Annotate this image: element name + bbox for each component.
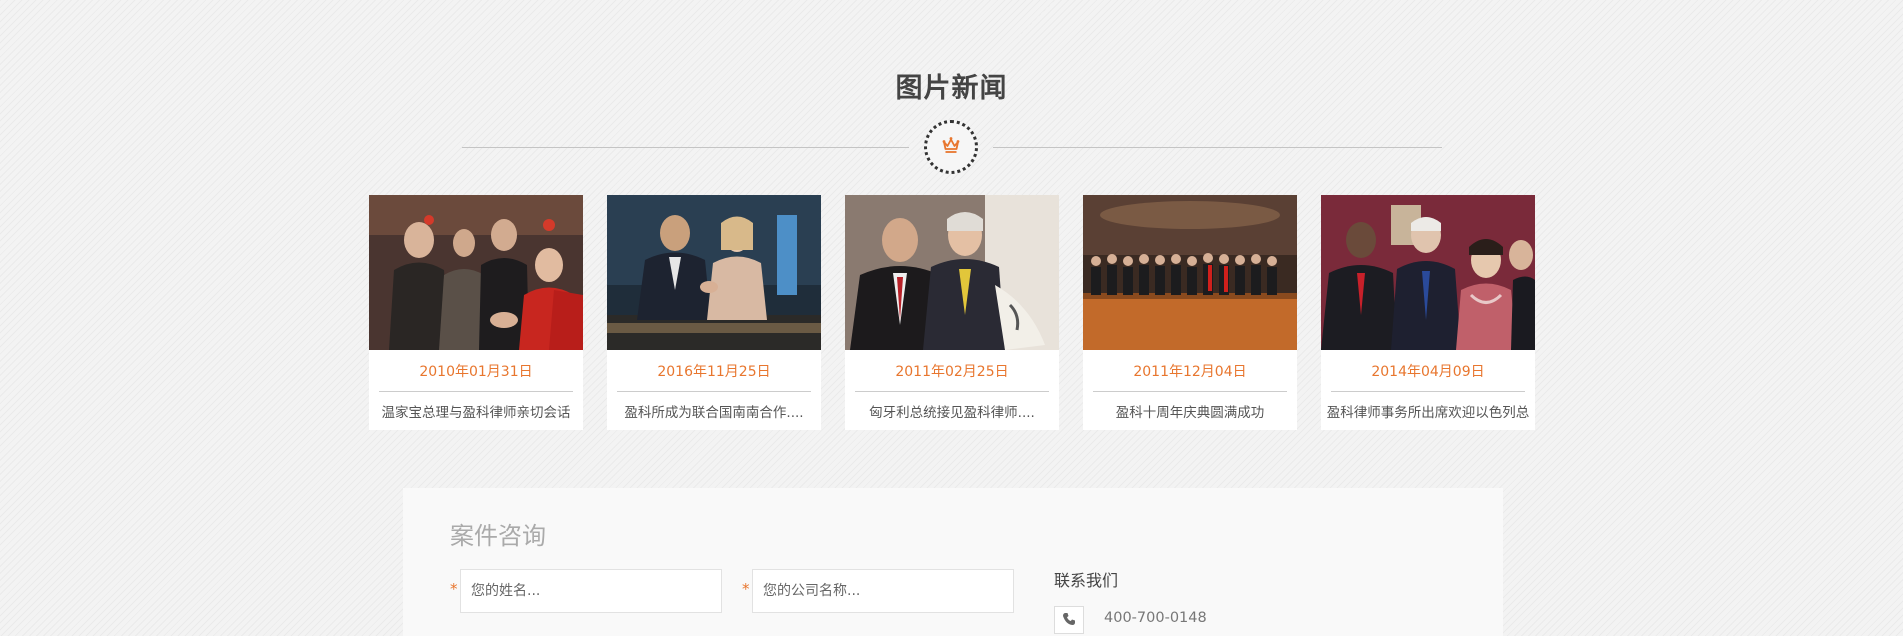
divider-line-left xyxy=(462,147,909,148)
news-caption[interactable]: 盈科律师事务所出席欢迎以色列总 xyxy=(1325,401,1531,421)
news-photo[interactable] xyxy=(607,195,821,350)
required-mark: * xyxy=(450,580,458,598)
news-caption[interactable]: 匈牙利总统接见盈科律师.... xyxy=(849,401,1055,421)
phone-icon xyxy=(1062,611,1076,630)
divider-line-right xyxy=(993,147,1442,148)
news-photo[interactable] xyxy=(1083,195,1297,350)
news-caption[interactable]: 盈科所成为联合国南南合作.... xyxy=(611,401,817,421)
news-list: 2010年01月31日 温家宝总理与盈科律师亲切会话 2016年11月25日 盈… xyxy=(369,195,1535,430)
consult-heading: 案件咨询 xyxy=(450,522,546,550)
news-date: 2011年02月25日 xyxy=(895,364,1009,380)
phone-icon-box xyxy=(1054,606,1084,634)
news-separator xyxy=(379,391,573,392)
company-input[interactable] xyxy=(752,569,1014,613)
crown-icon xyxy=(941,136,961,158)
news-separator xyxy=(855,391,1049,392)
required-mark: * xyxy=(742,580,750,598)
news-card[interactable]: 2014年04月09日 盈科律师事务所出席欢迎以色列总 xyxy=(1321,195,1535,430)
news-photo[interactable] xyxy=(845,195,1059,350)
news-photo[interactable] xyxy=(1321,195,1535,350)
name-input[interactable] xyxy=(460,569,722,613)
news-caption[interactable]: 盈科十周年庆典圆满成功 xyxy=(1087,401,1293,421)
phone-number: 400-700-0148 xyxy=(1104,610,1207,626)
news-date: 2011年12月04日 xyxy=(1133,364,1247,380)
title-divider xyxy=(0,120,1903,176)
page: 图片新闻 2010年01月31日 温家宝总理与盈科律师亲切会话 2016年11月… xyxy=(0,0,1903,636)
news-card[interactable]: 2011年02月25日 匈牙利总统接见盈科律师.... xyxy=(845,195,1059,430)
news-date: 2016年11月25日 xyxy=(657,364,771,380)
news-photo[interactable] xyxy=(369,195,583,350)
news-date: 2014年04月09日 xyxy=(1371,364,1485,380)
news-card[interactable]: 2010年01月31日 温家宝总理与盈科律师亲切会话 xyxy=(369,195,583,430)
divider-badge xyxy=(924,120,978,174)
news-card[interactable]: 2011年12月04日 盈科十周年庆典圆满成功 xyxy=(1083,195,1297,430)
news-card[interactable]: 2016年11月25日 盈科所成为联合国南南合作.... xyxy=(607,195,821,430)
news-date: 2010年01月31日 xyxy=(419,364,533,380)
contact-title: 联系我们 xyxy=(1054,571,1119,590)
news-separator xyxy=(1093,391,1287,392)
news-separator xyxy=(617,391,811,392)
news-caption[interactable]: 温家宝总理与盈科律师亲切会话 xyxy=(373,401,579,421)
consult-panel: 案件咨询 * * 联系我们 400-700-0148 xyxy=(403,488,1503,636)
news-separator xyxy=(1331,391,1525,392)
section-title: 图片新闻 xyxy=(895,73,1008,104)
